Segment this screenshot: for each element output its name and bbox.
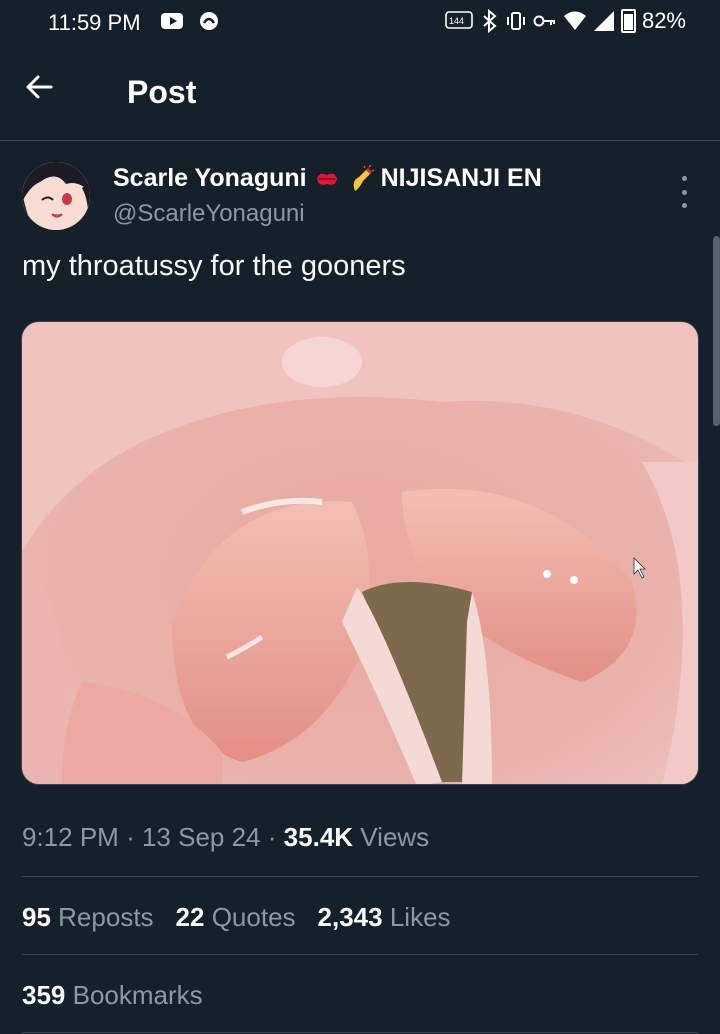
separator-dot: · <box>126 822 135 852</box>
status-bar: 11:59 PM 144 82% <box>0 0 720 44</box>
likes-stat[interactable]: 2,343 Likes <box>318 902 451 933</box>
bookmarks-stat[interactable]: 359 Bookmarks <box>22 980 203 1011</box>
scrollbar[interactable] <box>713 236 720 426</box>
avatar-image <box>22 162 90 230</box>
vibrate-icon <box>506 12 525 30</box>
divider <box>22 876 698 877</box>
reposts-stat[interactable]: 95 Reposts <box>22 902 154 933</box>
more-icon <box>681 176 687 181</box>
author-handle[interactable]: @ScarleYonaguni <box>113 200 305 228</box>
engagement-stats: 95 Reposts 22 Quotes 2,343 Likes <box>22 902 451 933</box>
more-icon-dot <box>681 203 687 208</box>
reposts-count: 95 <box>22 902 51 932</box>
battery-percent: 82% <box>641 8 686 33</box>
bookmarks-label: Bookmarks <box>72 980 203 1010</box>
top-app-bar: Post <box>0 44 720 141</box>
page-title: Post <box>127 74 197 110</box>
more-options-button[interactable] <box>674 176 694 208</box>
nail-polish-emoji-icon <box>353 164 374 191</box>
app-notification-icon <box>200 12 218 30</box>
likes-count: 2,343 <box>317 902 383 932</box>
kiss-emoji-icon <box>316 173 337 185</box>
post-text: my throatussy for the gooners <box>22 250 406 282</box>
reposts-label: Reposts <box>58 902 154 932</box>
quotes-label: Quotes <box>211 902 296 932</box>
likes-label: Likes <box>389 902 451 932</box>
back-button[interactable] <box>24 72 74 112</box>
battery-icon <box>620 9 636 33</box>
more-icon-dot <box>681 189 687 195</box>
divider <box>22 954 698 955</box>
post-date[interactable]: 13 Sep 24 <box>142 822 261 852</box>
back-arrow-icon <box>26 75 53 99</box>
avatar[interactable] <box>22 162 90 230</box>
author-display-name[interactable]: Scarle Yonaguni <box>113 164 307 193</box>
key-icon <box>533 15 555 27</box>
author-name-row[interactable]: Scarle Yonaguni NIJISANJI EN <box>113 164 542 193</box>
author-affiliation: NIJISANJI EN <box>380 164 542 192</box>
quotes-count: 22 <box>175 902 205 932</box>
refresh-rate-label: 144 <box>449 16 464 26</box>
status-system-icons: 144 82% <box>445 8 686 34</box>
separator-dot: · <box>267 822 277 852</box>
refresh-rate-icon: 144 <box>445 11 473 29</box>
views-label: Views <box>360 822 430 852</box>
media-photo <box>22 322 698 784</box>
media-notification-icon <box>161 13 183 29</box>
divider <box>22 1032 698 1033</box>
bookmarks-count: 359 <box>22 980 66 1010</box>
wifi-icon <box>563 11 586 30</box>
bluetooth-icon <box>483 9 497 33</box>
status-time: 11:59 PM <box>48 10 141 35</box>
signal-icon <box>593 11 614 31</box>
quotes-stat[interactable]: 22 Quotes <box>176 902 296 933</box>
views-count: 35.4K <box>283 822 354 852</box>
post-media-image[interactable] <box>21 321 699 785</box>
post-timestamp-row: 9:12 PM · 13 Sep 24 · 35.4K Views <box>22 822 429 853</box>
post-time[interactable]: 9:12 PM <box>22 822 119 852</box>
status-notification-icons <box>160 10 220 32</box>
